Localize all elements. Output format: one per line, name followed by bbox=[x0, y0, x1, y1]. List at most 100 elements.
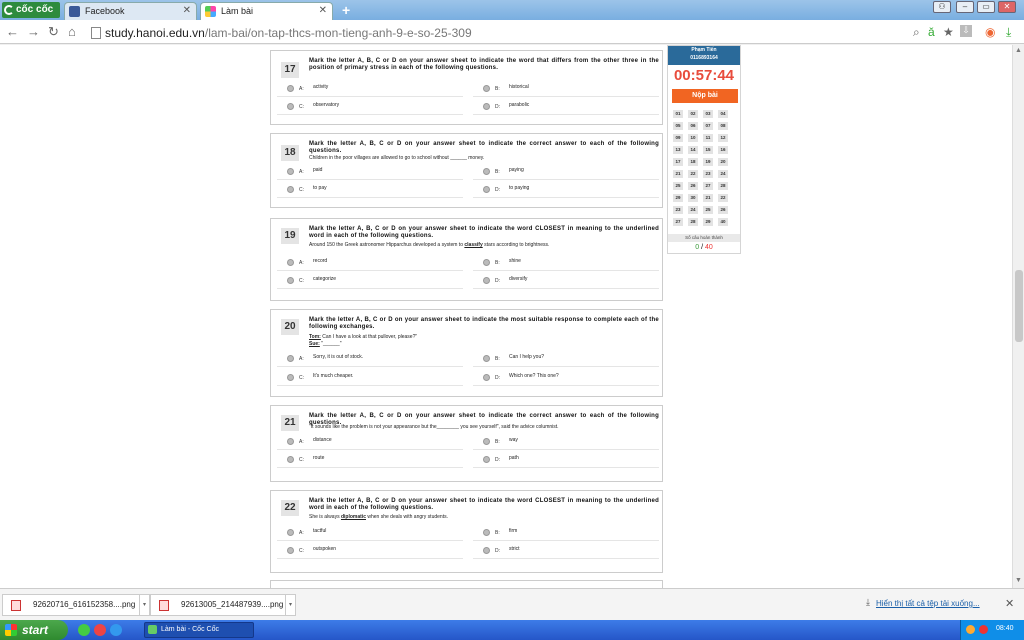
home-icon[interactable]: ⌂ bbox=[68, 24, 76, 39]
option-c[interactable]: C: route bbox=[277, 452, 463, 468]
maximize-button[interactable]: ▭ bbox=[977, 1, 995, 13]
question-nav-cell[interactable]: 05 bbox=[673, 122, 683, 130]
close-window-button[interactable]: ✕ bbox=[998, 1, 1016, 13]
coccoc-extension-icon[interactable]: ◉ bbox=[985, 25, 995, 39]
radio-button[interactable] bbox=[287, 355, 294, 362]
scrollbar-thumb[interactable] bbox=[1015, 270, 1023, 342]
option-c[interactable]: C: categorize bbox=[277, 273, 463, 289]
download-item[interactable]: 92620716_616152358....png ▾ bbox=[2, 594, 150, 616]
chevron-down-icon[interactable]: ▾ bbox=[285, 595, 295, 615]
reload-icon[interactable]: ↻ bbox=[48, 24, 59, 40]
question-nav-cell[interactable]: 24 bbox=[718, 170, 728, 178]
question-nav-cell[interactable]: 12 bbox=[718, 134, 728, 142]
radio-button[interactable] bbox=[287, 374, 294, 381]
question-nav-cell[interactable]: 25 bbox=[673, 182, 683, 190]
option-a[interactable]: A: distance bbox=[277, 434, 463, 450]
security-icon[interactable] bbox=[979, 625, 988, 634]
radio-button[interactable] bbox=[483, 186, 490, 193]
radio-button[interactable] bbox=[483, 259, 490, 266]
option-c[interactable]: C: It's much cheaper. bbox=[277, 370, 463, 386]
translate-icon[interactable]: ǎ bbox=[928, 25, 935, 39]
radio-button[interactable] bbox=[287, 277, 294, 284]
question-nav-cell[interactable]: 22 bbox=[718, 194, 728, 202]
option-d[interactable]: D: parabolic bbox=[473, 99, 659, 115]
taskbar-app-button[interactable]: Làm bài - Cốc Cốc bbox=[144, 622, 254, 638]
option-a[interactable]: A: paid bbox=[277, 164, 463, 180]
question-nav-cell[interactable]: 40 bbox=[718, 218, 728, 226]
radio-button[interactable] bbox=[483, 374, 490, 381]
option-b[interactable]: B: firm bbox=[473, 525, 659, 541]
new-tab-button[interactable]: + bbox=[342, 2, 350, 18]
question-nav-cell[interactable]: 02 bbox=[688, 110, 698, 118]
option-d[interactable]: D: Which one? This one? bbox=[473, 370, 659, 386]
download-item[interactable]: 92613005_214487939....png ▾ bbox=[150, 594, 296, 616]
option-b[interactable]: B: way bbox=[473, 434, 659, 450]
question-nav-cell[interactable]: 19 bbox=[703, 158, 713, 166]
question-nav-cell[interactable]: 23 bbox=[703, 170, 713, 178]
question-nav-cell[interactable]: 25 bbox=[703, 206, 713, 214]
search-icon[interactable]: ⌕ bbox=[913, 25, 920, 40]
question-nav-cell[interactable]: 17 bbox=[673, 158, 683, 166]
downloads-icon[interactable]: ⤓ bbox=[1006, 25, 1011, 40]
question-nav-cell[interactable]: 27 bbox=[703, 182, 713, 190]
chevron-down-icon[interactable]: ▾ bbox=[139, 595, 149, 615]
radio-button[interactable] bbox=[287, 103, 294, 110]
radio-button[interactable] bbox=[287, 85, 294, 92]
option-d[interactable]: D: strict bbox=[473, 543, 659, 559]
question-nav-cell[interactable]: 26 bbox=[688, 182, 698, 190]
radio-button[interactable] bbox=[483, 529, 490, 536]
option-d[interactable]: D: diversify bbox=[473, 273, 659, 289]
browser-menu-button[interactable]: cốc cốc bbox=[2, 2, 60, 18]
question-nav-cell[interactable]: 30 bbox=[688, 194, 698, 202]
question-nav-cell[interactable]: 29 bbox=[703, 218, 713, 226]
question-nav-cell[interactable]: 01 bbox=[673, 110, 683, 118]
radio-button[interactable] bbox=[287, 259, 294, 266]
back-arrow-icon[interactable]: ← bbox=[6, 24, 19, 39]
option-d[interactable]: D: path bbox=[473, 452, 659, 468]
radio-button[interactable] bbox=[483, 438, 490, 445]
scroll-down-icon[interactable]: ▼ bbox=[1015, 577, 1022, 584]
radio-button[interactable] bbox=[483, 456, 490, 463]
network-icon[interactable] bbox=[966, 625, 975, 634]
radio-button[interactable] bbox=[483, 103, 490, 110]
show-all-downloads-link[interactable]: Hiển thị tất cả tệp tải xuống... bbox=[876, 599, 980, 608]
question-nav-cell[interactable]: 06 bbox=[688, 122, 698, 130]
minimize-button[interactable]: – bbox=[956, 1, 974, 13]
radio-button[interactable] bbox=[287, 168, 294, 175]
submit-button[interactable]: Nộp bài bbox=[672, 89, 738, 103]
page-scrollbar[interactable]: ▲ ▼ bbox=[1012, 45, 1024, 588]
profile-icon[interactable]: ⚇ bbox=[933, 1, 951, 13]
question-nav-cell[interactable]: 26 bbox=[718, 206, 728, 214]
star-icon[interactable]: ★ bbox=[943, 25, 954, 39]
ie-quicklaunch-icon[interactable] bbox=[110, 624, 122, 636]
option-c[interactable]: C: outspoken bbox=[277, 543, 463, 559]
question-nav-cell[interactable]: 04 bbox=[718, 110, 728, 118]
radio-button[interactable] bbox=[287, 529, 294, 536]
tab-facebook[interactable]: Facebook ✕ bbox=[64, 2, 197, 20]
address-bar[interactable]: study.hanoi.edu.vn/lam-bai/on-tap-thcs-m… bbox=[88, 23, 908, 41]
question-nav-cell[interactable]: 24 bbox=[688, 206, 698, 214]
option-a[interactable]: A: tactful bbox=[277, 525, 463, 541]
question-nav-cell[interactable]: 27 bbox=[673, 218, 683, 226]
close-tab-icon[interactable]: ✕ bbox=[183, 3, 191, 19]
question-nav-cell[interactable]: 03 bbox=[703, 110, 713, 118]
question-nav-cell[interactable]: 13 bbox=[673, 146, 683, 154]
radio-button[interactable] bbox=[287, 547, 294, 554]
scroll-up-icon[interactable]: ▲ bbox=[1015, 47, 1022, 54]
option-b[interactable]: B: Can I help you? bbox=[473, 351, 659, 367]
question-nav-cell[interactable]: 21 bbox=[703, 194, 713, 202]
question-nav-cell[interactable]: 20 bbox=[718, 158, 728, 166]
radio-button[interactable] bbox=[483, 168, 490, 175]
option-b[interactable]: B: shine bbox=[473, 255, 659, 271]
option-b[interactable]: B: historical bbox=[473, 81, 659, 97]
radio-button[interactable] bbox=[483, 85, 490, 92]
question-nav-cell[interactable]: 21 bbox=[673, 170, 683, 178]
radio-button[interactable] bbox=[287, 438, 294, 445]
question-nav-cell[interactable]: 28 bbox=[718, 182, 728, 190]
question-nav-cell[interactable]: 07 bbox=[703, 122, 713, 130]
question-nav-cell[interactable]: 16 bbox=[718, 146, 728, 154]
radio-button[interactable] bbox=[287, 186, 294, 193]
question-nav-cell[interactable]: 14 bbox=[688, 146, 698, 154]
tab-lam-bai[interactable]: Làm bài ✕ bbox=[200, 2, 333, 20]
option-d[interactable]: D: to paying bbox=[473, 182, 659, 198]
